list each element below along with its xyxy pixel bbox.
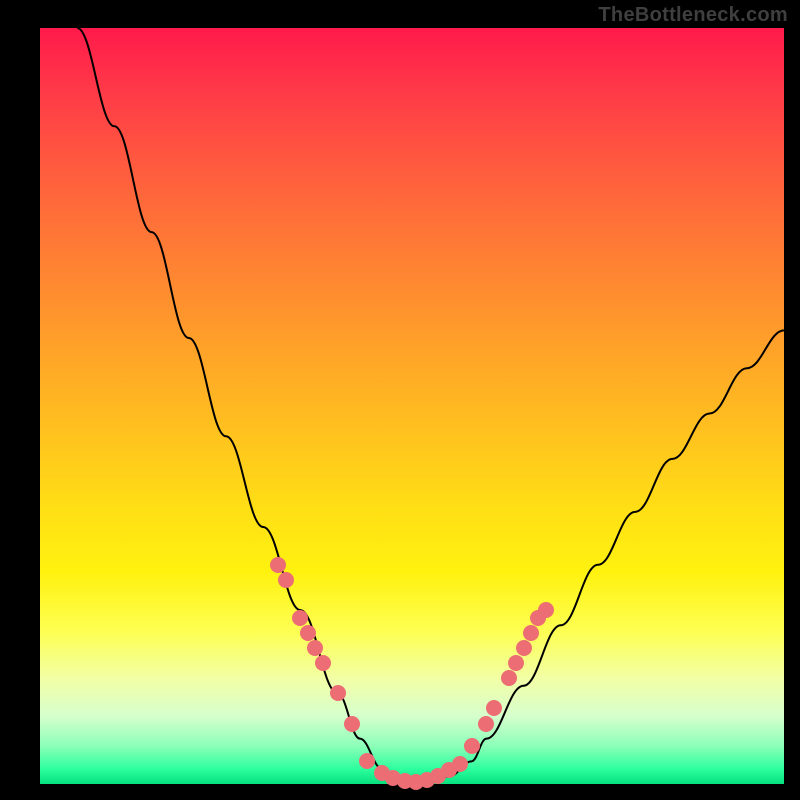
data-point	[278, 572, 294, 588]
chart-frame: TheBottleneck.com	[0, 0, 800, 800]
data-point	[464, 738, 480, 754]
data-point	[292, 610, 308, 626]
data-point	[330, 685, 346, 701]
bottleneck-curve	[40, 28, 784, 784]
data-point	[516, 640, 532, 656]
data-point	[452, 756, 468, 772]
data-point	[315, 655, 331, 671]
curve-path	[77, 28, 784, 784]
data-point	[501, 670, 517, 686]
data-point	[344, 716, 360, 732]
data-point	[523, 625, 539, 641]
data-point	[478, 716, 494, 732]
data-point	[300, 625, 316, 641]
data-point	[270, 557, 286, 573]
data-point	[538, 602, 554, 618]
watermark-text: TheBottleneck.com	[598, 4, 788, 27]
